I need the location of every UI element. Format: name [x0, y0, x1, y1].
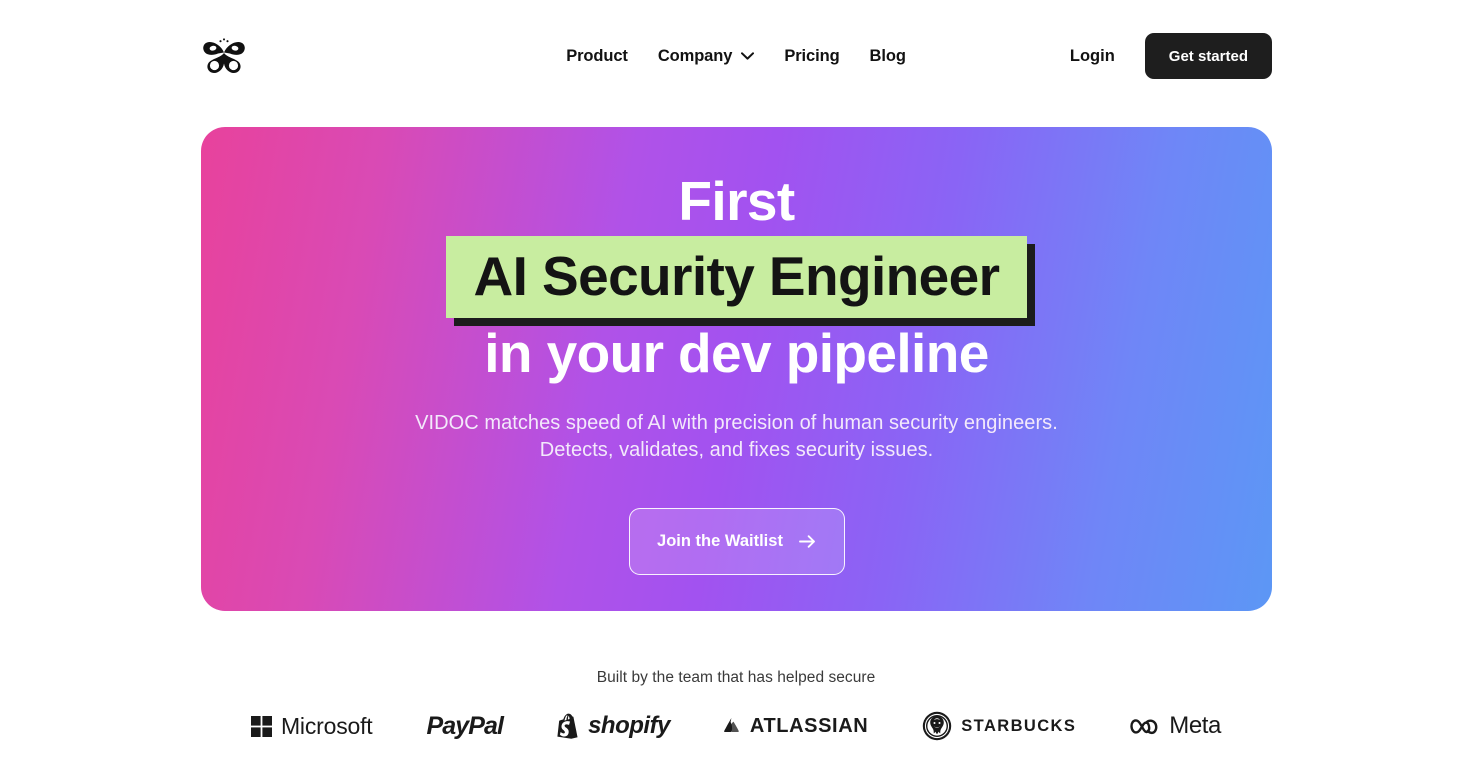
landing-page: Product Company Pricing Blog Login Get s… [0, 0, 1472, 768]
get-started-button[interactable]: Get started [1144, 33, 1272, 79]
logo-paypal: PayPal [399, 712, 530, 741]
chevron-down-icon [741, 52, 755, 60]
nav-item-product[interactable]: Product [566, 47, 628, 66]
starbucks-wordmark: STARBUCKS [961, 716, 1077, 735]
microsoft-squares-icon [250, 715, 272, 737]
atlassian-wordmark: ATLASSIAN [749, 714, 869, 737]
nav-label-pricing: Pricing [784, 46, 840, 65]
hero-subheadline: VIDOC matches speed of AI with precision… [415, 410, 1058, 464]
hero-cta-wrapper: Join the Waitlist [628, 508, 845, 575]
shopify-bag-icon [557, 713, 579, 739]
join-waitlist-label: Join the Waitlist [657, 532, 783, 550]
nav-item-blog[interactable]: Blog [870, 47, 906, 66]
shopify-wordmark: shopify [588, 712, 670, 739]
atlassian-mark-icon [724, 717, 741, 736]
logo-shopify: shopify [530, 712, 697, 740]
microsoft-wordmark: Microsoft [280, 712, 373, 739]
site-header: Product Company Pricing Blog Login Get s… [0, 0, 1472, 112]
headline-highlight-row: AI Security Engineer [445, 236, 1028, 318]
header-actions: Login Get started [1062, 33, 1272, 79]
logo-starbucks: STARBUCKS [895, 711, 1103, 741]
hero-section: First AI Security Engineer in your dev p… [201, 127, 1272, 611]
arrow-right-icon [799, 534, 816, 549]
starbucks-siren-icon [922, 711, 952, 741]
subheadline-line-1: VIDOC matches speed of AI with precision… [415, 412, 1058, 434]
meta-infinity-icon [1130, 717, 1160, 736]
join-waitlist-button[interactable]: Join the Waitlist [628, 508, 845, 575]
logo-atlassian: ATLASSIAN [697, 715, 895, 738]
meta-wordmark: Meta [1169, 712, 1222, 739]
logo-meta: Meta [1103, 712, 1248, 740]
headline-line-first: First [678, 170, 795, 232]
login-link[interactable]: Login [1062, 47, 1123, 66]
nav-label-blog: Blog [869, 46, 906, 65]
social-proof-label: Built by the team that has helped secure [596, 669, 876, 686]
hero-headline: First AI Security Engineer in your dev p… [445, 168, 1028, 386]
subheadline-line-2: Detects, validates, and fixes security i… [539, 439, 934, 461]
nav-item-pricing[interactable]: Pricing [784, 47, 839, 66]
nav-item-company[interactable]: Company [657, 46, 755, 66]
paypal-wordmark-icon: PayPal [426, 711, 504, 740]
customer-logo-row: Microsoft PayPal shopify ATLASSIAN STARB… [224, 711, 1248, 741]
headline-highlight: AI Security Engineer [445, 236, 1028, 318]
nav-label-product: Product [566, 46, 628, 65]
logo-microsoft: Microsoft [224, 713, 400, 740]
social-proof-section: Built by the team that has helped secure… [0, 611, 1472, 741]
headline-line-pipeline: in your dev pipeline [484, 322, 989, 384]
nav-label-company: Company [657, 46, 733, 65]
